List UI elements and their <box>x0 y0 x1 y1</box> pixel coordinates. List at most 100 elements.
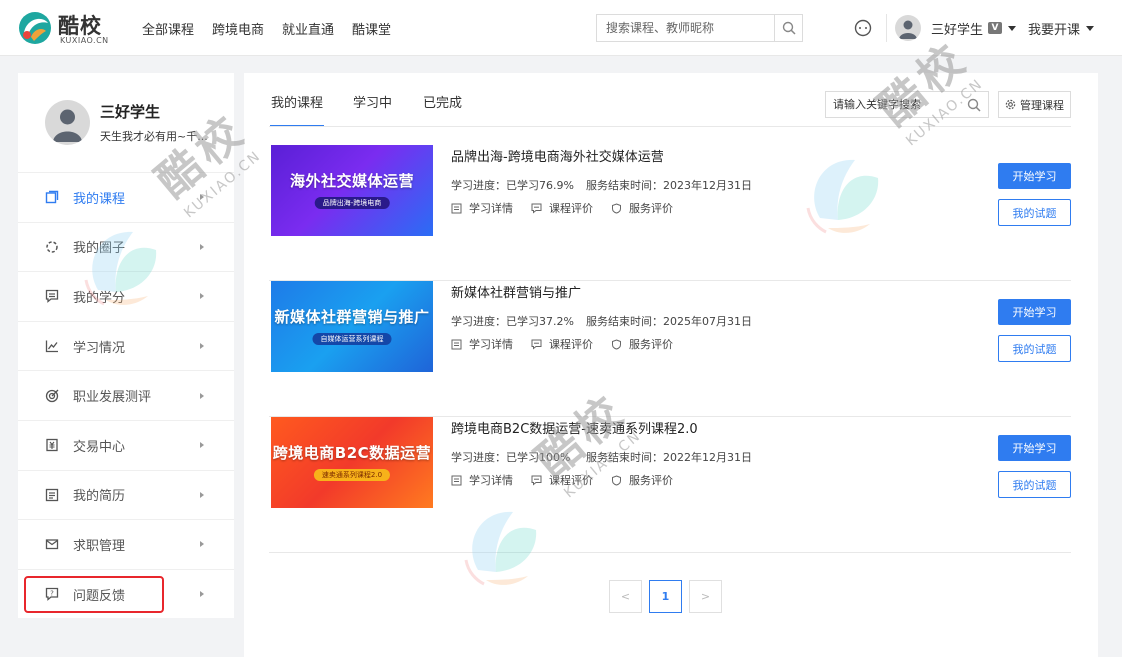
study-detail-link[interactable]: 学习详情 <box>451 336 513 352</box>
course-review-link[interactable]: 课程评价 <box>531 200 593 216</box>
end-date-label: 服务结束时间： <box>586 315 663 328</box>
sidebar-item-job-management[interactable]: 求职管理 <box>18 519 234 569</box>
study-detail-label: 学习详情 <box>469 338 513 351</box>
document-icon <box>451 339 462 349</box>
study-detail-link[interactable]: 学习详情 <box>451 472 513 488</box>
my-exams-button[interactable]: 我的试题 <box>998 199 1071 226</box>
avatar-icon <box>899 20 917 39</box>
sidebar-item-study-status[interactable]: 学习情况 <box>18 320 234 371</box>
search-icon <box>967 98 981 112</box>
thumbnail-subtitle: 品牌出海-跨境电商 <box>314 197 390 209</box>
message-icon[interactable] <box>853 18 873 38</box>
start-learning-button[interactable]: 开始学习 <box>998 299 1071 325</box>
pagination: < 1 > <box>609 580 729 613</box>
course-review-link[interactable]: 课程评价 <box>531 472 593 488</box>
course-search-input[interactable] <box>826 92 960 117</box>
sidebar-item-transactions[interactable]: 交易中心 <box>18 419 234 470</box>
document-icon <box>451 475 462 485</box>
start-learning-button[interactable]: 开始学习 <box>998 435 1071 461</box>
chevron-right-icon <box>200 541 204 548</box>
tab-my-courses[interactable]: 我的课程 <box>269 92 325 127</box>
avatar-icon <box>53 109 82 142</box>
mail-icon <box>45 539 59 550</box>
service-review-link[interactable]: 服务评价 <box>611 472 673 488</box>
course-thumbnail[interactable]: 跨境电商B2C数据运营 速卖通系列课程2.0 <box>271 417 433 508</box>
end-date-label: 服务结束时间： <box>586 179 663 192</box>
sidebar-item-my-courses[interactable]: 我的课程 <box>18 172 234 222</box>
course-links: 学习详情 课程评价 服务评价 <box>451 472 691 488</box>
course-title[interactable]: 跨境电商B2C数据运营-速卖通系列课程2.0 <box>451 418 698 437</box>
course-review-link[interactable]: 课程评价 <box>531 336 593 352</box>
sidebar-item-my-resume[interactable]: 我的简历 <box>18 469 234 520</box>
sidebar-item-label: 学习情况 <box>73 340 126 356</box>
logo[interactable]: 酷校 KUXIAO.CN <box>18 10 113 46</box>
service-review-link[interactable]: 服务评价 <box>611 200 673 216</box>
avatar <box>895 15 921 41</box>
start-learning-button[interactable]: 开始学习 <box>998 163 1071 189</box>
course-end-date: 服务结束时间：2022年12月31日 <box>586 449 752 465</box>
tab-completed[interactable]: 已完成 <box>423 92 462 111</box>
shield-icon <box>612 474 621 486</box>
profile-card: 三好学生 天生我才必有用~千... <box>18 73 234 172</box>
service-review-link[interactable]: 服务评价 <box>611 336 673 352</box>
site-search <box>596 14 803 42</box>
search-icon <box>782 21 796 35</box>
course-thumbnail[interactable]: 海外社交媒体运营 品牌出海-跨境电商 <box>271 145 433 236</box>
course-search-button[interactable] <box>960 92 988 117</box>
nav-cross-border[interactable]: 跨境电商 <box>212 19 264 38</box>
next-page-button[interactable]: > <box>689 580 722 613</box>
tab-in-progress[interactable]: 学习中 <box>353 92 392 111</box>
sidebar-item-my-credits[interactable]: 我的学分 <box>18 271 234 321</box>
sidebar-item-career-test[interactable]: 职业发展测评 <box>18 370 234 420</box>
sidebar-item-label: 我的圈子 <box>73 241 126 257</box>
nav-employment[interactable]: 就业直通 <box>282 19 334 38</box>
top-navbar: 酷校 KUXIAO.CN 全部课程 跨境电商 就业直通 酷课堂 三好学生 <box>0 0 1122 56</box>
sidebar-item-label: 问题反馈 <box>73 588 126 604</box>
nav-all-courses[interactable]: 全部课程 <box>142 19 194 38</box>
course-thumbnail[interactable]: 新媒体社群营销与推广 自媒体运营系列课程 <box>271 281 433 372</box>
course-card: 跨境电商B2C数据运营 速卖通系列课程2.0 跨境电商B2C数据运营-速卖通系列… <box>269 417 1071 553</box>
circle-icon <box>46 241 58 253</box>
open-course-label: 我要开课 <box>1028 22 1081 38</box>
course-end-date: 服务结束时间：2023年12月31日 <box>586 177 752 193</box>
shield-icon <box>612 202 621 214</box>
progress-value: 已学习76.9% <box>506 179 574 192</box>
my-exams-button[interactable]: 我的试题 <box>998 471 1071 498</box>
my-exams-button[interactable]: 我的试题 <box>998 335 1071 362</box>
avatar[interactable] <box>45 100 90 145</box>
study-detail-link[interactable]: 学习详情 <box>451 200 513 216</box>
credit-icon <box>45 290 59 304</box>
course-progress: 学习进度：已学习37.2% <box>451 313 574 329</box>
prev-page-button[interactable]: < <box>609 580 642 613</box>
gear-icon <box>1005 99 1016 110</box>
course-title[interactable]: 品牌出海-跨境电商海外社交媒体运营 <box>451 146 664 165</box>
user-name: 三好学生 <box>931 22 984 38</box>
course-review-label: 课程评价 <box>549 338 593 351</box>
end-date-value: 2022年12月31日 <box>663 451 752 464</box>
sidebar-menu: 我的课程 我的圈子 我的学分 学习情况 职业发展测评 交易中心 我的简历 求职管… <box>18 172 234 618</box>
progress-label: 学习进度： <box>451 451 506 464</box>
user-menu[interactable]: 三好学生 V <box>895 14 1017 42</box>
search-input[interactable] <box>597 15 773 41</box>
feedback-icon: ? <box>45 587 59 601</box>
search-button[interactable] <box>774 15 802 41</box>
svg-text:?: ? <box>50 590 54 598</box>
thumbnail-title: 新媒体社群营销与推广 <box>274 308 430 326</box>
chevron-right-icon <box>200 343 204 350</box>
page-number-button[interactable]: 1 <box>649 580 682 613</box>
profile-name: 三好学生 <box>100 103 161 121</box>
progress-value: 已学习37.2% <box>506 315 574 328</box>
chevron-down-icon <box>1086 25 1095 31</box>
end-date-label: 服务结束时间： <box>586 451 663 464</box>
chevron-right-icon <box>200 591 204 598</box>
chevron-right-icon <box>200 491 204 498</box>
open-course-menu[interactable]: 我要开课 <box>1028 14 1095 42</box>
end-date-value: 2025年07月31日 <box>663 315 752 328</box>
sidebar-item-feedback[interactable]: ? 问题反馈 <box>18 568 234 619</box>
chevron-right-icon <box>200 293 204 300</box>
chevron-right-icon <box>200 442 204 449</box>
manage-courses-button[interactable]: 管理课程 <box>998 91 1071 118</box>
course-title[interactable]: 新媒体社群营销与推广 <box>451 282 581 301</box>
nav-kuketang[interactable]: 酷课堂 <box>352 19 391 38</box>
sidebar-item-my-circles[interactable]: 我的圈子 <box>18 221 234 272</box>
